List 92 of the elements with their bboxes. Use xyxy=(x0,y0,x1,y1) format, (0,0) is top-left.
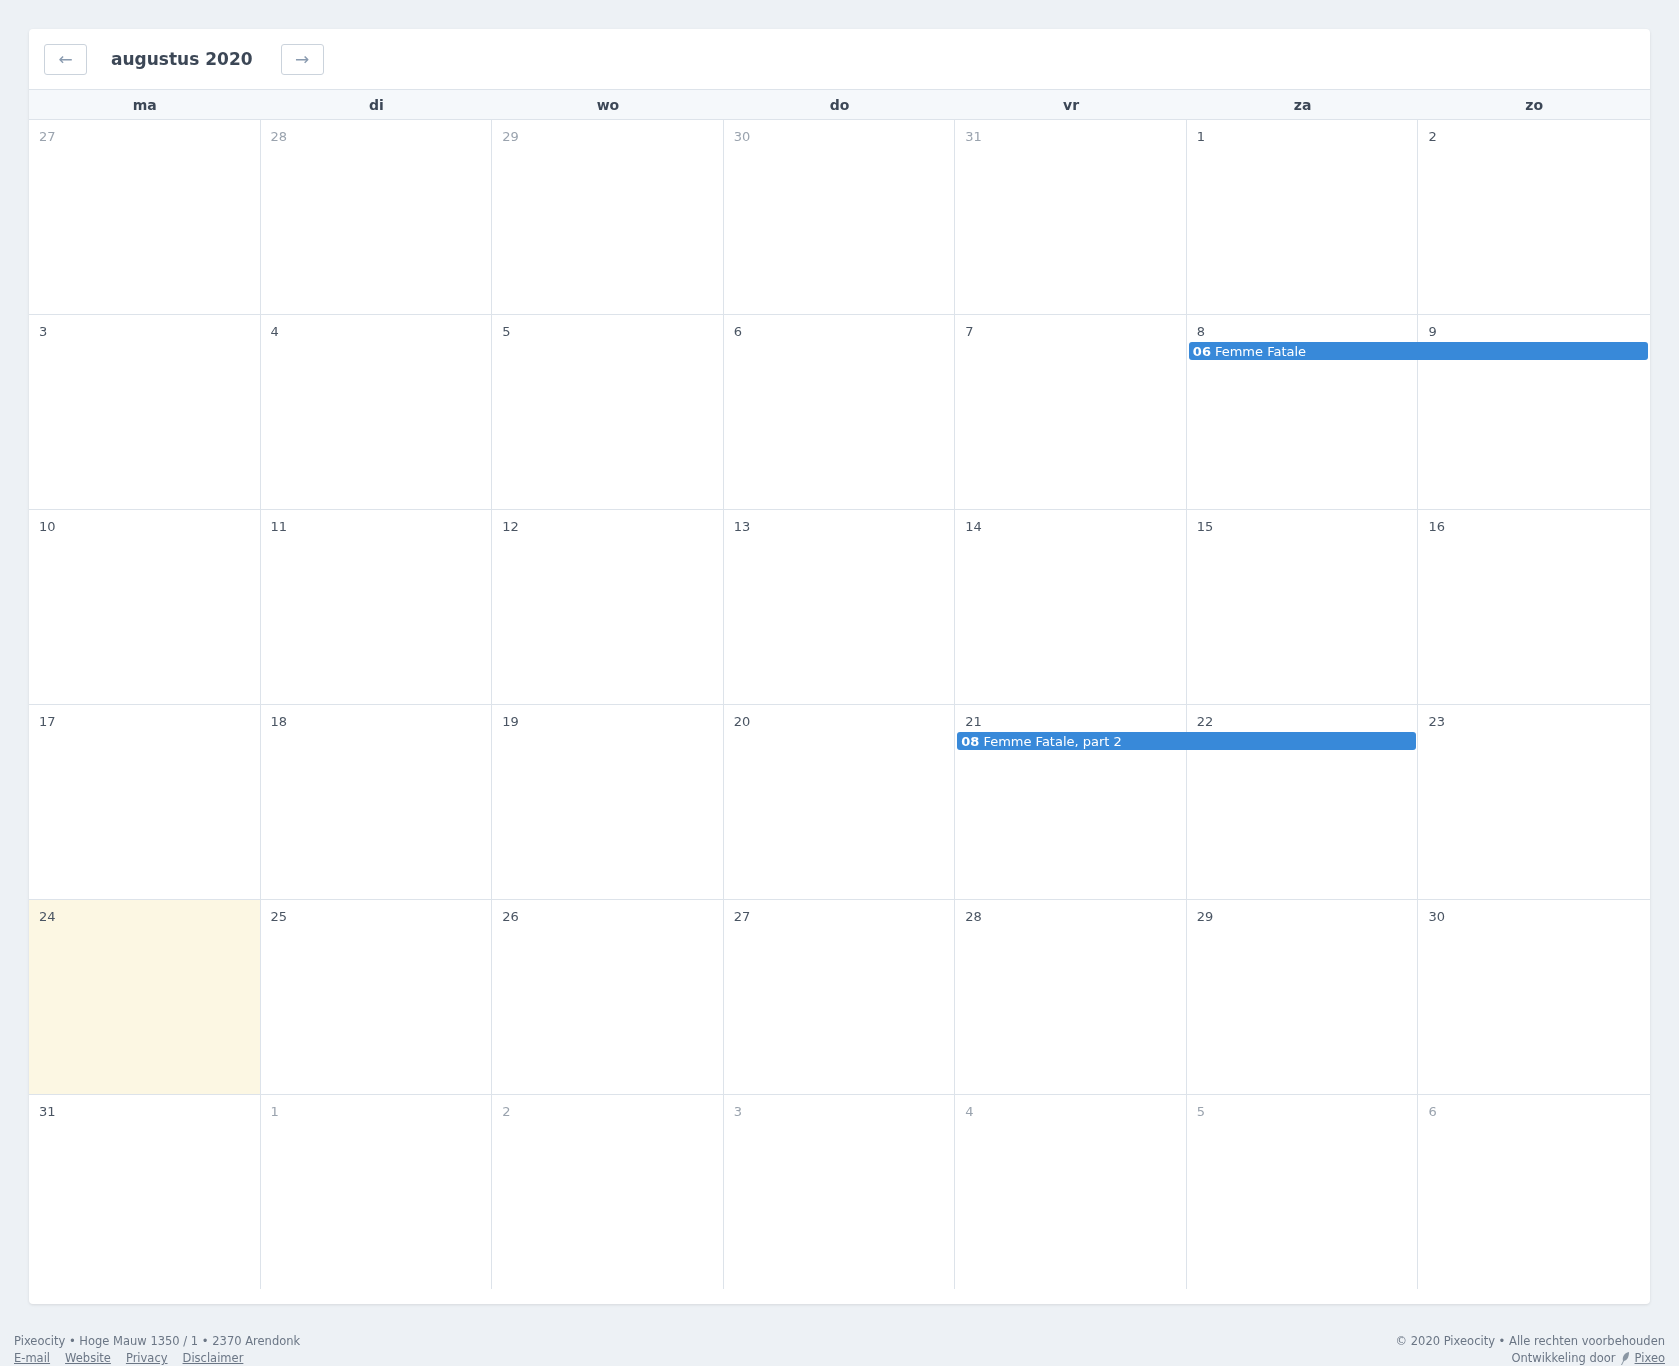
weekday-label: wo xyxy=(596,96,620,113)
day-number: 8 xyxy=(1196,324,1206,339)
day-number: 19 xyxy=(502,714,519,729)
day-cell[interactable]: 28 xyxy=(955,900,1187,1094)
event-bar[interactable]: 06 Femme Fatale xyxy=(1188,342,1648,360)
day-cell[interactable]: 11 xyxy=(260,510,493,704)
day-number: 29 xyxy=(502,129,519,144)
day-cell[interactable]: 2 xyxy=(1418,120,1650,314)
day-cell[interactable]: 23 xyxy=(1418,705,1650,899)
day-number: 5 xyxy=(1196,1104,1206,1119)
day-number: 16 xyxy=(1428,519,1445,534)
day-cell[interactable]: 12 xyxy=(492,510,724,704)
day-cell[interactable]: 1 xyxy=(1186,120,1419,314)
day-cell[interactable]: 26 xyxy=(492,900,724,1094)
weekday-label: zo xyxy=(1525,96,1544,113)
day-cell[interactable]: 10 xyxy=(29,510,261,704)
day-cell[interactable]: 30 xyxy=(1418,900,1650,1094)
day-number: 11 xyxy=(270,519,288,534)
event-title: Femme Fatale xyxy=(1214,343,1307,359)
day-cell[interactable]: 6 xyxy=(723,315,956,509)
day-number: 22 xyxy=(1196,714,1214,729)
day-number: 25 xyxy=(270,909,288,924)
day-number: 28 xyxy=(965,909,982,924)
day-cell[interactable]: 31 xyxy=(29,1095,261,1289)
feather-icon xyxy=(1620,1351,1630,1365)
month-title: augustus 2020 xyxy=(111,48,253,70)
day-number: 6 xyxy=(733,324,742,339)
day-number: 5 xyxy=(502,324,511,339)
weekday-label: di xyxy=(368,96,384,113)
day-cell[interactable]: 29 xyxy=(1186,900,1419,1094)
footer-link[interactable]: Website xyxy=(65,1351,111,1365)
day-cell[interactable]: 27 xyxy=(723,900,956,1094)
day-cell[interactable]: 14 xyxy=(955,510,1187,704)
day-cell[interactable]: 17 xyxy=(29,705,261,899)
weekday-label: do xyxy=(829,96,850,113)
day-number: 2 xyxy=(502,1104,511,1119)
day-number: 3 xyxy=(39,324,48,339)
day-number: 14 xyxy=(965,519,982,534)
footer-link[interactable]: Disclaimer xyxy=(182,1351,244,1365)
day-number: 1 xyxy=(1196,129,1206,144)
day-cell[interactable]: 7 xyxy=(955,315,1187,509)
day-number: 4 xyxy=(965,1104,974,1119)
day-number: 15 xyxy=(1196,519,1214,534)
day-cell[interactable]: 20 xyxy=(723,705,956,899)
day-number: 4 xyxy=(270,324,279,339)
credit-label: Ontwikkeling door xyxy=(1511,1351,1616,1365)
footer-link[interactable]: Privacy xyxy=(125,1351,168,1365)
day-number: 10 xyxy=(39,519,56,534)
day-number: 27 xyxy=(733,909,751,924)
day-cell[interactable]: 25 xyxy=(260,900,493,1094)
day-cell[interactable]: 13 xyxy=(723,510,956,704)
day-number: 24 xyxy=(39,909,56,924)
day-number: 2 xyxy=(1428,129,1437,144)
day-number: 9 xyxy=(1428,324,1437,339)
day-number: 31 xyxy=(39,1104,56,1119)
day-number: 21 xyxy=(965,714,982,729)
day-number: 29 xyxy=(1196,909,1214,924)
day-number: 20 xyxy=(733,714,751,729)
weekday-label: vr xyxy=(1063,96,1080,113)
day-cell[interactable]: 16 xyxy=(1418,510,1650,704)
day-cell[interactable]: 3 xyxy=(29,315,261,509)
day-number: 26 xyxy=(502,909,519,924)
weekday-label: za xyxy=(1293,96,1312,113)
day-number: 30 xyxy=(733,129,751,144)
event-time: 06 xyxy=(1192,343,1211,359)
day-number: 3 xyxy=(733,1104,742,1119)
day-cell[interactable]: 18 xyxy=(260,705,493,899)
day-cell[interactable]: 24 xyxy=(29,900,261,1094)
day-number: 28 xyxy=(270,129,288,144)
copyright-text: © 2020 Pixeocity • Alle rechten voorbehouden xyxy=(1395,1334,1665,1348)
day-number: 27 xyxy=(39,129,56,144)
day-number: 12 xyxy=(502,519,519,534)
event-time: 08 xyxy=(961,733,980,749)
day-cell[interactable]: 15 xyxy=(1186,510,1419,704)
day-number: 13 xyxy=(733,519,751,534)
event-bar[interactable]: 08 Femme Fatale, part 2 xyxy=(957,732,1417,750)
event-title: Femme Fatale, part 2 xyxy=(983,733,1122,749)
day-number: 6 xyxy=(1428,1104,1437,1119)
day-cell[interactable]: 5 xyxy=(492,315,724,509)
day-number: 23 xyxy=(1428,714,1445,729)
day-number: 30 xyxy=(1428,909,1445,924)
credit-link[interactable]: Pixeo xyxy=(1634,1351,1665,1365)
footer-link[interactable]: E-mail xyxy=(14,1351,51,1365)
day-cell[interactable]: 4 xyxy=(260,315,493,509)
day-number: 17 xyxy=(39,714,56,729)
day-number: 18 xyxy=(270,714,288,729)
weekday-label: ma xyxy=(132,96,157,113)
footer-address: Pixeocity • Hoge Mauw 1350 / 1 • 2370 Arendonk xyxy=(14,1334,301,1348)
day-number: 1 xyxy=(270,1104,279,1119)
day-number: 31 xyxy=(965,129,982,144)
day-number: 7 xyxy=(965,324,974,339)
day-cell[interactable]: 19 xyxy=(492,705,724,899)
